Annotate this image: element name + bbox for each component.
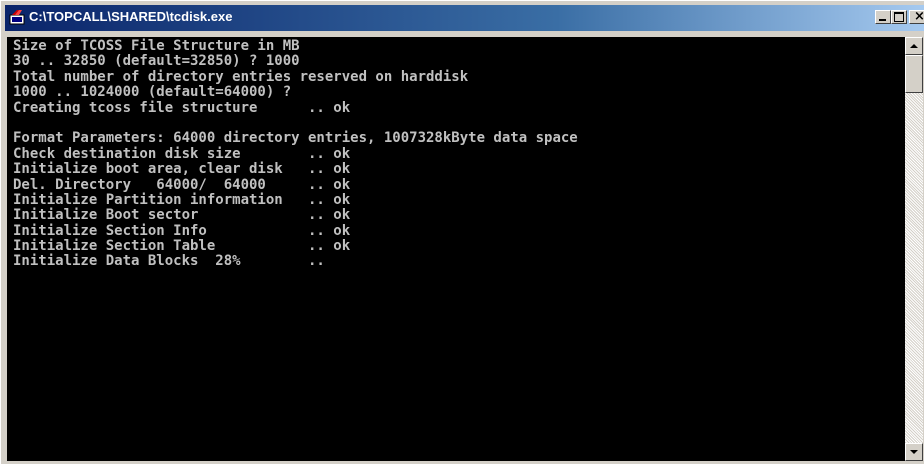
title-bar[interactable]: C:\TOPCALL\SHARED\tcdisk.exe × — [5, 5, 924, 31]
console-line: Total number of directory entries reserv… — [13, 68, 469, 85]
scroll-down-button[interactable] — [905, 443, 923, 461]
console-line: Del. Directory 64000/ 64000 .. ok — [13, 176, 351, 193]
console-app-icon — [9, 10, 25, 25]
console-line: Creating tcoss file structure .. ok — [13, 99, 351, 116]
console-line: Initialize Partition information .. ok — [13, 191, 351, 208]
console-line: Format Parameters: 64000 directory entri… — [13, 130, 578, 147]
window-title: C:\TOPCALL\SHARED\tcdisk.exe — [29, 9, 233, 24]
console-line: Initialize Data Blocks 28% .. — [13, 253, 325, 270]
console-line: Initialize boot area, clear disk .. ok — [13, 161, 351, 178]
scroll-up-button[interactable] — [905, 37, 923, 55]
close-icon: × — [914, 9, 924, 24]
console-window: C:\TOPCALL\SHARED\tcdisk.exe × Size of T… — [0, 0, 924, 464]
console-line: 1000 .. 1024000 (default=64000) ? — [13, 84, 292, 101]
console-line: Initialize Section Table .. ok — [13, 238, 351, 255]
minimize-button[interactable] — [875, 10, 891, 24]
console-line: Size of TCOSS File Structure in MB — [13, 38, 300, 54]
console-lines: Size of TCOSS File Structure in MB 30 .. … — [13, 38, 578, 270]
console-line: Check destination disk size .. ok — [13, 145, 351, 162]
console-line: Initialize Boot sector .. ok — [13, 207, 351, 224]
close-button[interactable]: × — [909, 9, 924, 24]
console-output[interactable]: Size of TCOSS File Structure in MB 30 .. … — [7, 37, 905, 461]
vertical-scrollbar[interactable] — [905, 37, 923, 461]
console-line: 30 .. 32850 (default=32850) ? 1000 — [13, 53, 300, 70]
console-line: Initialize Section Info .. ok — [13, 222, 351, 239]
maximize-button[interactable] — [891, 10, 907, 24]
scrollbar-thumb[interactable] — [905, 55, 923, 93]
